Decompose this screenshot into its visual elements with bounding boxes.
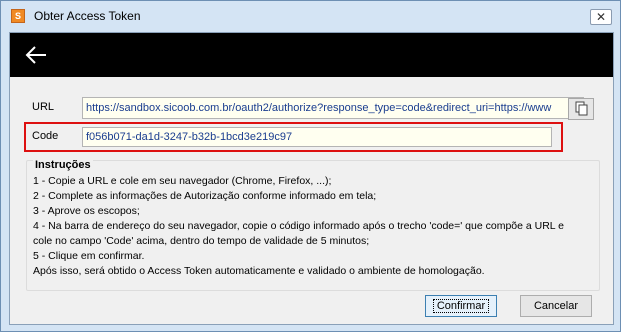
instruction-line: 5 - Clique em confirmar. [33,250,145,262]
confirm-button-label: Confirmar [432,299,490,313]
cancel-button[interactable]: Cancelar [520,295,592,317]
code-label: Code [32,130,59,142]
instructions-title: Instruções [33,159,93,171]
instruction-line: Após isso, será obtido o Access Token au… [33,265,485,277]
header-bar [10,33,613,77]
url-row: URL https://sandbox.sicoob.com.br/oauth2… [26,97,584,119]
instructions-group: Instruções 1 - Copie a URL e cole em seu… [26,159,600,291]
url-label: URL [32,101,55,113]
instruction-line: 2 - Complete as informações de Autorizaç… [33,190,377,202]
code-row: Code f056b071-da1d-3247-b32b-1bcd3e219c9… [24,122,563,152]
instruction-line: 3 - Aprove os escopos; [33,205,140,217]
instruction-line: cole no campo 'Code' acima, dentro do te… [33,235,370,247]
instruction-line: 4 - Na barra de endereço do seu navegado… [33,220,565,232]
app-icon: S [11,9,25,23]
window-title: Obter Access Token [34,9,141,23]
copy-icon [575,101,588,116]
title-bar[interactable]: S Obter Access Token ✕ [1,1,620,32]
dialog-content: URL https://sandbox.sicoob.com.br/oauth2… [9,32,614,325]
instruction-line: 1 - Copie a URL e cole em seu navegador … [33,175,332,187]
url-input[interactable]: https://sandbox.sicoob.com.br/oauth2/aut… [82,97,584,119]
arrow-left-icon[interactable] [24,43,48,67]
dialog-window: S Obter Access Token ✕ URL https://sandb… [0,0,621,332]
code-input[interactable]: f056b071-da1d-3247-b32b-1bcd3e219c97 [82,127,552,147]
confirm-button[interactable]: Confirmar [425,295,497,317]
copy-url-button[interactable] [568,98,594,120]
close-button[interactable]: ✕ [590,9,612,25]
